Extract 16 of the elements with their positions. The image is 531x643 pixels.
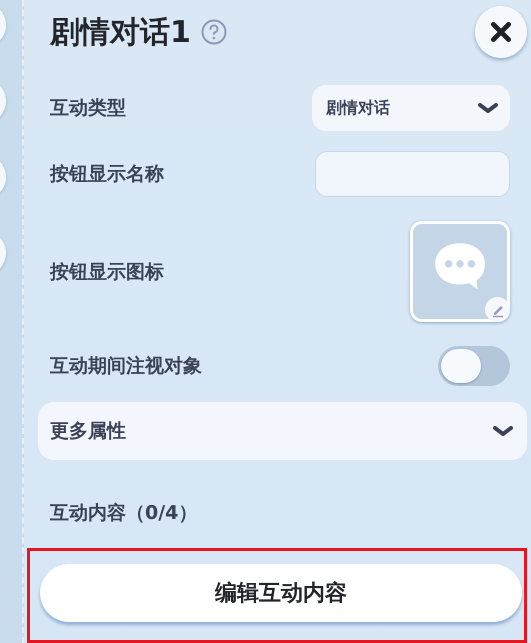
field-label: 互动期间注视对象 bbox=[50, 354, 202, 380]
type-dropdown[interactable]: 剧情对话 bbox=[312, 85, 510, 132]
help-icon[interactable] bbox=[200, 19, 227, 46]
field-label: 按钮显示名称 bbox=[50, 162, 164, 188]
more-properties-bar[interactable]: 更多属性 bbox=[38, 402, 527, 460]
field-label: 按钮显示图标 bbox=[50, 260, 164, 285]
icon-picker[interactable] bbox=[410, 221, 510, 322]
field-label: 互动类型 bbox=[50, 96, 126, 122]
content-count: 互动内容（0/4） bbox=[49, 501, 198, 526]
edit-content-button[interactable]: 编辑互动内容 bbox=[40, 564, 522, 622]
name-input[interactable] bbox=[315, 151, 510, 198]
edit-badge[interactable] bbox=[485, 297, 510, 322]
chevron-icon bbox=[478, 102, 498, 114]
panel-title: 剧情对话1 bbox=[50, 14, 191, 52]
toggle-switch[interactable] bbox=[438, 346, 510, 386]
close-button[interactable] bbox=[475, 6, 527, 58]
